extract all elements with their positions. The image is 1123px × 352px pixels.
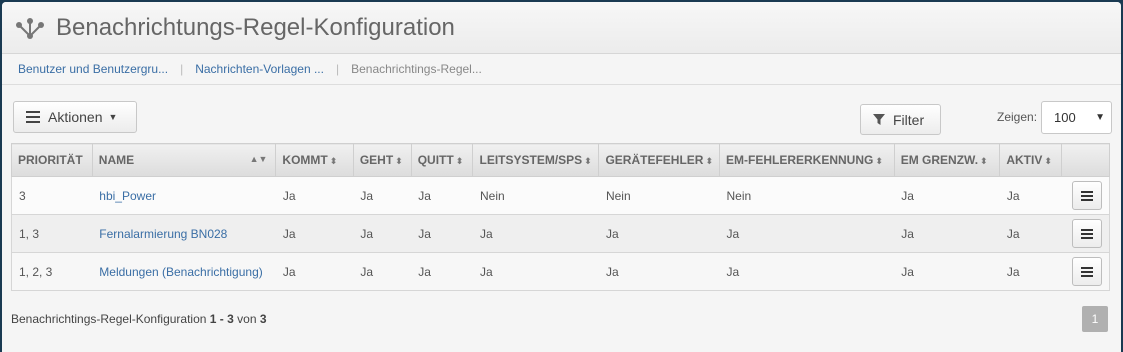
list-icon — [26, 111, 40, 123]
cell-geht: Ja — [353, 176, 412, 215]
cell-menu — [1061, 176, 1110, 215]
table-row[interactable]: 1, 3 Fernalarmierung BN028 Ja Ja Ja Ja J… — [11, 214, 1110, 253]
sort-icon: ⬍ — [980, 156, 988, 166]
cell-em-grenzw: Ja — [894, 176, 1000, 215]
sort-icon: ▲▼ — [249, 154, 268, 164]
summary-total: 3 — [259, 312, 267, 326]
table-row[interactable]: 3 hbi_Power Ja Ja Ja Nein Nein Nein Ja J… — [11, 176, 1110, 215]
cell-name: hbi_Power — [92, 176, 276, 215]
table-header-row: PRIORITÄT NAME ▲▼ KOMMT ⬍ GEHT ⬍ QUITT ⬍ LEI… — [11, 143, 1110, 177]
cell-em-fehlererkennung: Nein — [719, 176, 895, 215]
breadcrumb: Benutzer und Benutzergru... | Nachrichte… — [2, 54, 1121, 85]
share-nodes-icon — [16, 17, 44, 39]
page-size-select[interactable]: 100 ▼ — [1041, 101, 1112, 134]
page-size-label: Zeigen: — [997, 110, 1038, 124]
column-header-kommt[interactable]: KOMMT ⬍ — [275, 143, 354, 177]
column-header-name[interactable]: NAME ▲▼ — [91, 143, 277, 177]
hamburger-icon — [1081, 266, 1093, 277]
column-header-geraetefehler[interactable]: GERÄTEFEHLER ⬍ — [598, 143, 720, 177]
toolbar: Aktionen ▼ Filter Zeigen: 100 ▼ — [2, 85, 1121, 145]
cell-geht: Ja — [353, 214, 412, 253]
cell-quitt: Ja — [411, 252, 473, 291]
cell-leitsystem: Nein — [472, 176, 599, 215]
filter-icon — [873, 113, 885, 125]
cell-aktiv: Ja — [999, 176, 1062, 215]
breadcrumb-separator: | — [335, 62, 340, 76]
cell-em-grenzw: Ja — [894, 252, 1000, 291]
sort-icon: ⬍ — [395, 156, 403, 166]
cell-quitt: Ja — [411, 176, 473, 215]
cell-em-grenzw: Ja — [894, 214, 1000, 253]
cell-em-fehlererkennung: Ja — [719, 214, 895, 253]
cell-geraetefehler: Nein — [598, 176, 720, 215]
cell-kommt: Ja — [275, 176, 354, 215]
cell-geht: Ja — [353, 252, 412, 291]
column-header-em-fehlererkennung[interactable]: EM-FEHLERERKENNUNG ⬍ — [719, 143, 895, 177]
hamburger-icon — [1081, 228, 1093, 239]
actions-label: Aktionen — [48, 109, 103, 125]
cell-leitsystem: Ja — [472, 214, 599, 253]
rules-table: PRIORITÄT NAME ▲▼ KOMMT ⬍ GEHT ⬍ QUITT ⬍ LEI… — [11, 143, 1110, 291]
rule-name-link[interactable]: hbi_Power — [99, 189, 156, 203]
column-header-leitsystem[interactable]: LEITSYSTEM/SPS ⬍ — [472, 143, 600, 177]
breadcrumb-message-templates[interactable]: Nachrichten-Vorlagen ... — [195, 62, 324, 76]
cell-menu — [1061, 214, 1110, 253]
table-row[interactable]: 1, 2, 3 Meldungen (Benachrichtigung) Ja … — [11, 252, 1110, 291]
cell-kommt: Ja — [275, 214, 354, 253]
column-header-em-grenzw[interactable]: EM GRENZW. ⬍ — [893, 143, 1001, 177]
cell-menu — [1061, 252, 1110, 291]
cell-name: Meldungen (Benachrichtigung) — [92, 252, 276, 291]
cell-name: Fernalarmierung BN028 — [92, 214, 276, 253]
row-menu-button[interactable] — [1072, 219, 1102, 248]
summary-prefix: Benachrichtings-Regel-Konfiguration — [11, 312, 207, 326]
actions-button[interactable]: Aktionen ▼ — [13, 101, 137, 133]
column-header-menu — [1061, 143, 1110, 177]
cell-kommt: Ja — [275, 252, 354, 291]
column-header-aktiv[interactable]: AKTIV ⬍ — [999, 143, 1063, 177]
cell-priority: 1, 2, 3 — [11, 252, 93, 291]
row-menu-button[interactable] — [1072, 257, 1102, 286]
page-title: Benachrichtungs-Regel-Konfiguration — [56, 13, 455, 41]
row-menu-button[interactable] — [1072, 181, 1102, 210]
cell-priority: 3 — [11, 176, 93, 215]
cell-aktiv: Ja — [999, 252, 1062, 291]
cell-quitt: Ja — [411, 214, 473, 253]
cell-geraetefehler: Ja — [598, 252, 720, 291]
sort-icon: ⬍ — [329, 156, 338, 166]
page-size-value: 100 — [1054, 110, 1076, 125]
cell-leitsystem: Ja — [472, 252, 599, 291]
cell-geraetefehler: Ja — [598, 214, 720, 253]
pagination-page-1[interactable]: 1 — [1082, 306, 1108, 332]
rule-name-link[interactable]: Meldungen (Benachrichtigung) — [99, 265, 262, 279]
cell-em-fehlererkennung: Ja — [719, 252, 895, 291]
column-header-geht[interactable]: GEHT ⬍ — [352, 143, 412, 177]
summary-range: 1 - 3 — [209, 312, 234, 326]
column-header-priority[interactable]: PRIORITÄT — [11, 143, 93, 177]
sort-icon: ⬍ — [455, 156, 464, 166]
summary-of: von — [237, 312, 257, 326]
cell-aktiv: Ja — [999, 214, 1062, 253]
sort-icon: ⬍ — [875, 156, 883, 166]
cell-priority: 1, 3 — [11, 214, 93, 253]
column-header-quitt[interactable]: QUITT ⬍ — [410, 143, 474, 177]
breadcrumb-users-groups[interactable]: Benutzer und Benutzergru... — [18, 62, 168, 76]
breadcrumb-separator: | — [180, 62, 184, 76]
rule-name-link[interactable]: Fernalarmierung BN028 — [99, 227, 227, 241]
breadcrumb-current: Benachrichtings-Regel... — [351, 62, 482, 76]
filter-button[interactable]: Filter — [860, 104, 941, 135]
sort-icon: ⬍ — [1044, 156, 1052, 166]
sort-icon: ⬍ — [584, 156, 592, 166]
filter-label: Filter — [893, 111, 925, 128]
hamburger-icon — [1081, 190, 1093, 201]
pagination-summary: Benachrichtings-Regel-Konfiguration 1 - … — [11, 312, 267, 326]
page-header: Benachrichtungs-Regel-Konfiguration — [2, 2, 1121, 54]
sort-icon: ⬍ — [705, 156, 713, 166]
caret-down-icon: ▼ — [1095, 112, 1105, 123]
caret-down-icon: ▼ — [108, 112, 118, 122]
